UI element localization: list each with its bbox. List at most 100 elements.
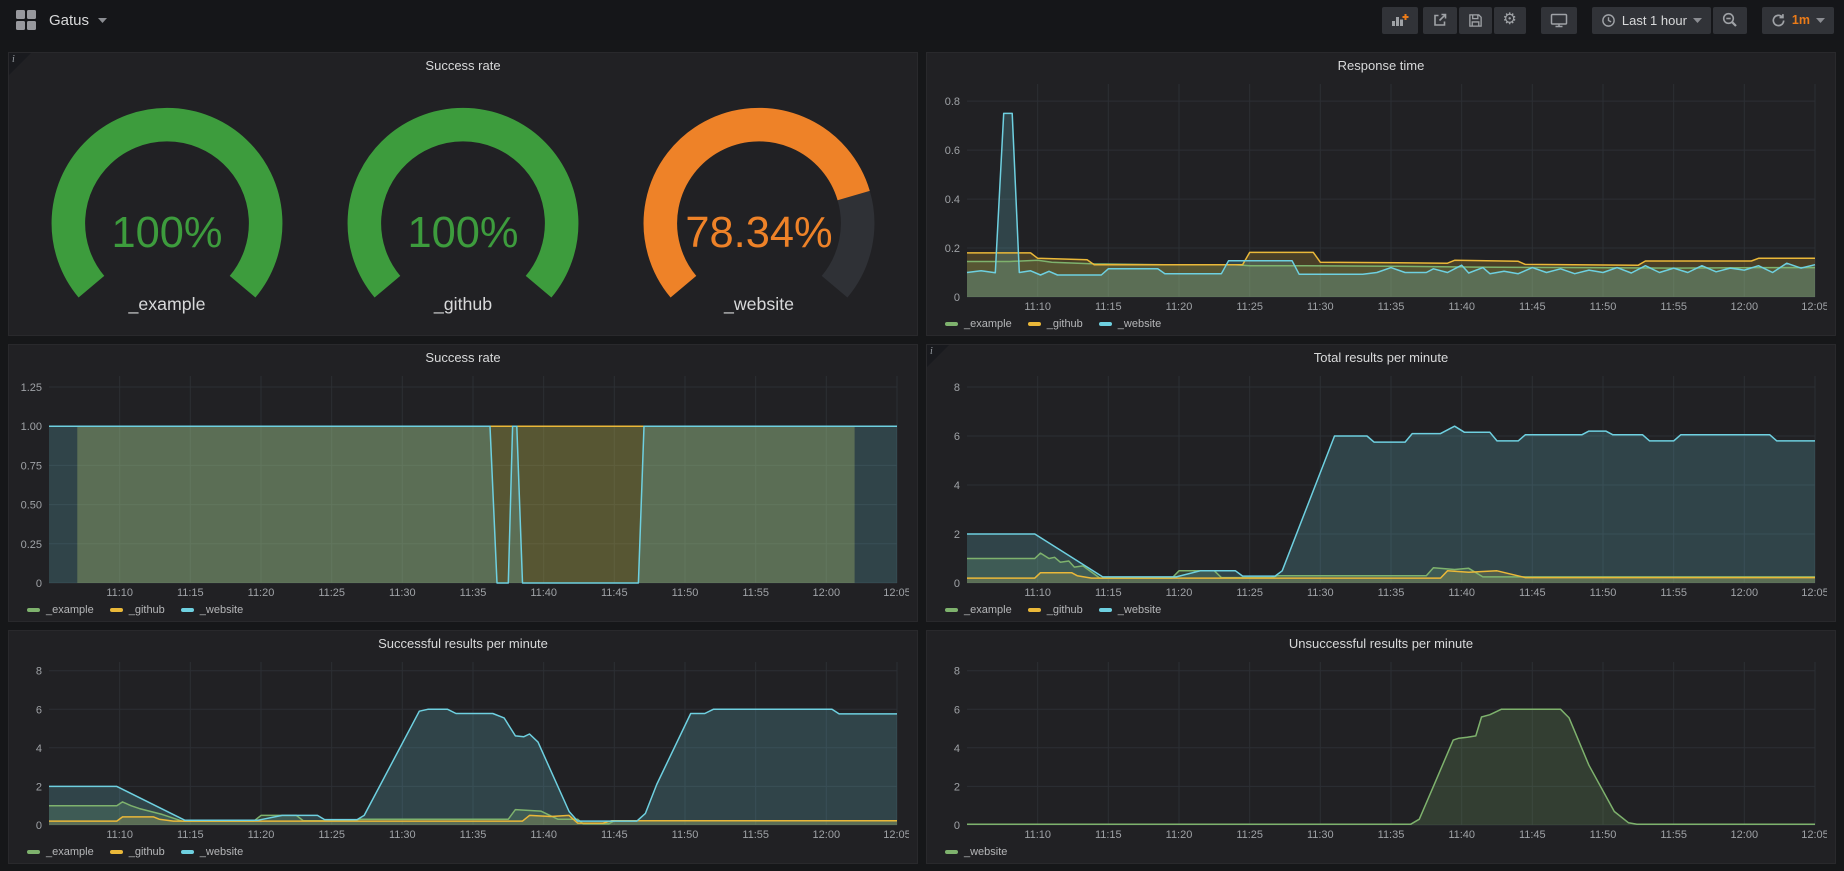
svg-text:11:50: 11:50	[672, 587, 699, 599]
panel-title[interactable]: Success rate	[9, 53, 917, 78]
save-button[interactable]	[1459, 7, 1492, 34]
svg-text:11:10: 11:10	[1024, 301, 1051, 313]
response-time-chart[interactable]: 00.20.40.60.811:1011:1511:2011:2511:3011…	[931, 78, 1827, 314]
add-panel-button[interactable]	[1382, 7, 1418, 34]
legend-item-_github[interactable]: _github	[110, 846, 165, 858]
svg-text:11:20: 11:20	[1166, 301, 1193, 313]
svg-text:8: 8	[36, 666, 42, 678]
successful-results-chart[interactable]: 0246811:1011:1511:2011:2511:3011:3511:40…	[13, 656, 909, 842]
svg-text:11:55: 11:55	[1660, 301, 1687, 313]
svg-text:0: 0	[954, 820, 960, 832]
legend-item-_github[interactable]: _github	[110, 604, 165, 616]
svg-text:11:20: 11:20	[1166, 829, 1193, 841]
svg-text:12:05: 12:05	[883, 587, 909, 599]
share-button[interactable]	[1423, 7, 1457, 34]
refresh-button[interactable]: 1m	[1762, 7, 1834, 34]
panel-title[interactable]: Success rate	[9, 345, 917, 370]
svg-text:2: 2	[954, 781, 960, 793]
svg-text:11:20: 11:20	[248, 829, 275, 841]
grafana-menu-icon[interactable]	[16, 10, 36, 30]
unsuccessful-results-chart[interactable]: 0246811:1011:1511:2011:2511:3011:3511:40…	[931, 656, 1827, 842]
svg-text:11:35: 11:35	[460, 829, 487, 841]
share-icon	[1432, 12, 1448, 28]
svg-text:12:00: 12:00	[1731, 829, 1759, 841]
panel-title[interactable]: Unsuccessful results per minute	[927, 631, 1835, 656]
chart-legend: _website	[931, 842, 1827, 861]
svg-text:11:35: 11:35	[1378, 829, 1405, 841]
chart-legend: _example _github _website	[931, 600, 1827, 619]
svg-text:11:15: 11:15	[177, 829, 204, 841]
tv-mode-button[interactable]	[1541, 7, 1577, 34]
gauge-label: _github	[433, 294, 492, 315]
gear-icon: ⚙	[1503, 12, 1517, 28]
svg-text:12:05: 12:05	[1801, 587, 1827, 599]
legend-item-_website[interactable]: _website	[945, 846, 1007, 858]
tv-mode-icon	[1550, 13, 1568, 28]
panel-title[interactable]: Total results per minute	[927, 345, 1835, 370]
dashboard-title-caret-icon[interactable]	[98, 18, 107, 23]
legend-item-_website[interactable]: _website	[1099, 604, 1161, 616]
settings-button[interactable]: ⚙	[1494, 7, 1526, 34]
legend-item-_website[interactable]: _website	[181, 846, 243, 858]
panel-info-icon[interactable]: i	[927, 345, 949, 367]
time-range-button[interactable]: Last 1 hour	[1592, 7, 1711, 34]
legend-item-_github[interactable]: _github	[1028, 604, 1083, 616]
chart-legend: _example _github _website	[13, 842, 909, 861]
svg-text:11:40: 11:40	[1448, 829, 1475, 841]
gauge-value: 100%	[111, 209, 222, 257]
svg-text:11:30: 11:30	[389, 829, 416, 841]
svg-text:0.4: 0.4	[945, 194, 960, 206]
svg-text:11:40: 11:40	[530, 829, 557, 841]
legend-item-_website[interactable]: _website	[181, 604, 243, 616]
svg-text:11:35: 11:35	[460, 587, 487, 599]
svg-text:11:10: 11:10	[1024, 829, 1051, 841]
svg-text:0.8: 0.8	[945, 96, 960, 108]
svg-text:1.25: 1.25	[21, 382, 42, 394]
svg-text:11:30: 11:30	[1307, 587, 1334, 599]
svg-text:0: 0	[954, 292, 960, 304]
success-rate-chart[interactable]: 00.250.500.751.001.2511:1011:1511:2011:2…	[13, 370, 909, 600]
svg-text:11:35: 11:35	[1378, 301, 1405, 313]
refresh-interval-label: 1m	[1792, 13, 1810, 27]
legend-item-_example[interactable]: _example	[27, 604, 94, 616]
zoom-out-icon	[1722, 12, 1738, 28]
time-range-label: Last 1 hour	[1622, 13, 1687, 28]
svg-text:0.25: 0.25	[21, 539, 42, 551]
svg-text:0.50: 0.50	[21, 500, 42, 512]
dashboard-title[interactable]: Gatus	[49, 12, 89, 29]
svg-text:0: 0	[954, 578, 960, 590]
svg-text:6: 6	[954, 704, 960, 716]
svg-text:0.2: 0.2	[945, 243, 960, 255]
legend-item-_example[interactable]: _example	[27, 846, 94, 858]
clock-icon	[1601, 13, 1616, 28]
svg-text:12:05: 12:05	[883, 829, 909, 841]
legend-item-_example[interactable]: _example	[945, 604, 1012, 616]
svg-text:11:25: 11:25	[1236, 829, 1263, 841]
legend-item-_example[interactable]: _example	[945, 318, 1012, 330]
svg-text:11:10: 11:10	[106, 587, 133, 599]
navbar-left: Gatus	[10, 10, 107, 30]
svg-text:11:35: 11:35	[1378, 587, 1405, 599]
panel-success-rate-gauges: i Success rate 100%_example100%_github78…	[8, 52, 918, 336]
svg-text:11:45: 11:45	[601, 829, 628, 841]
panel-title[interactable]: Successful results per minute	[9, 631, 917, 656]
svg-text:6: 6	[954, 431, 960, 443]
dashboard-grid: i Success rate 100% _example 100%_github78…	[0, 40, 1844, 864]
zoom-out-button[interactable]	[1713, 7, 1747, 34]
panel-title[interactable]: Response time	[927, 53, 1835, 78]
gauge-_website: 78.34%_website	[611, 97, 907, 316]
svg-text:11:10: 11:10	[1024, 587, 1051, 599]
svg-text:11:15: 11:15	[1095, 301, 1122, 313]
save-icon	[1468, 13, 1483, 28]
gauge-_github: 100%_github	[315, 97, 611, 316]
legend-item-_github[interactable]: _github	[1028, 318, 1083, 330]
panel-info-icon[interactable]: i	[9, 53, 31, 75]
svg-text:11:55: 11:55	[1660, 587, 1687, 599]
total-results-chart[interactable]: 0246811:1011:1511:2011:2511:3011:3511:40…	[931, 370, 1827, 600]
gauge: 78.34%_website	[611, 97, 907, 316]
legend-item-_website[interactable]: _website	[1099, 318, 1161, 330]
svg-text:12:00: 12:00	[813, 587, 841, 599]
svg-text:2: 2	[36, 781, 42, 793]
panel-response-time: Response time 00.20.40.60.811:1011:1511:…	[926, 52, 1836, 336]
svg-text:12:05: 12:05	[1801, 301, 1827, 313]
